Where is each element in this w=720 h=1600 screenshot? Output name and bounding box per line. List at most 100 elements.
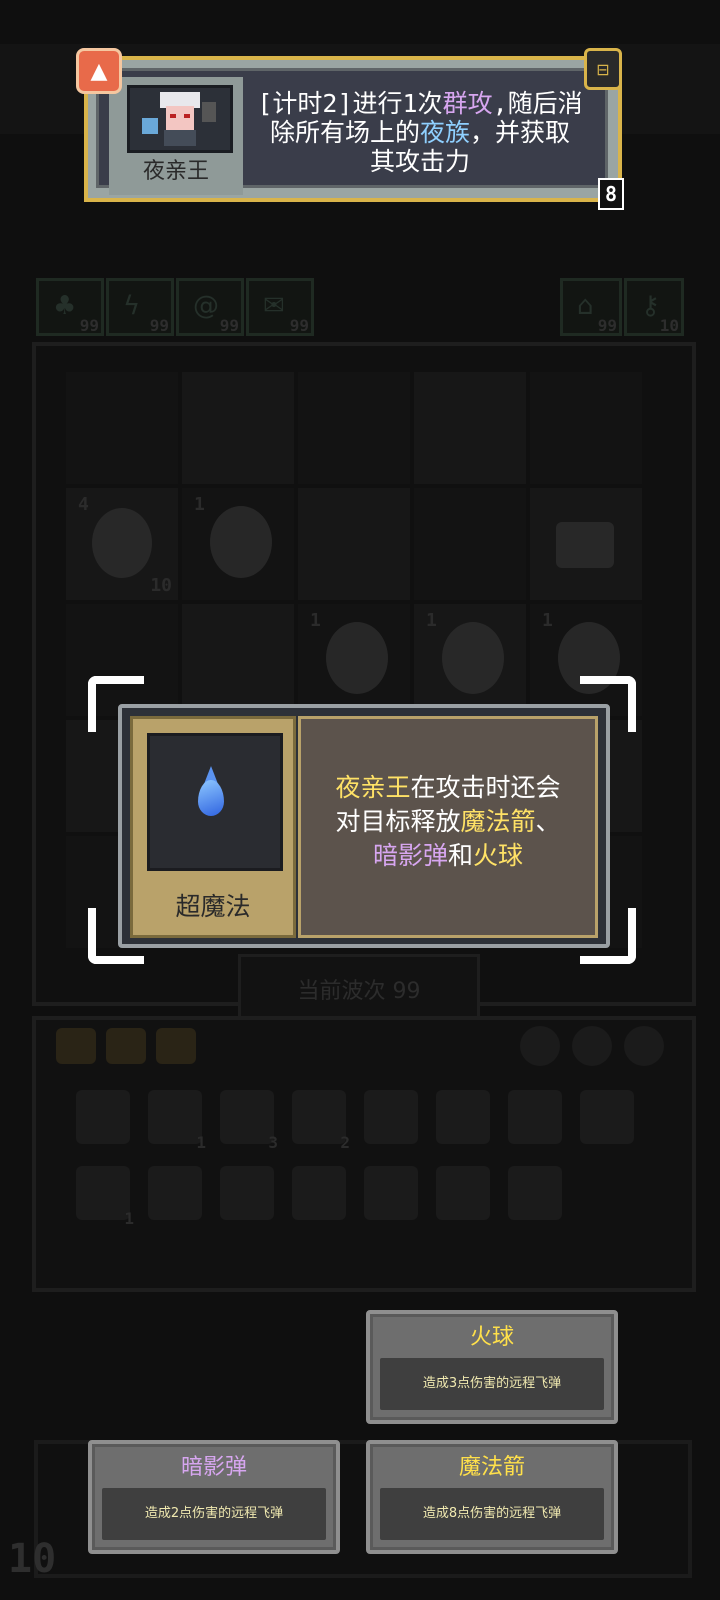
item-desc-line-1: 夜亲王在攻击时还会 [311,771,585,805]
inventory-item[interactable] [508,1090,562,1144]
inventory-item[interactable] [148,1166,202,1220]
board-cell[interactable] [298,372,410,484]
inventory-item[interactable] [76,1090,130,1144]
stat-value: 99 [149,316,169,335]
item-desc-keyword: 火球 [473,841,524,870]
unit-badge: 1 [542,610,553,631]
item-desc-line-2: 对目标释放魔法箭、 [311,805,585,839]
ability-keyword: 夜族 [419,118,470,147]
unit-badge: 10 [150,575,172,596]
inventory-item[interactable] [436,1090,490,1144]
item-desc-line-3: 暗影弹和火球 [311,839,585,873]
choice-magic-arrow-card[interactable]: 魔法箭 造成8点伤害的远程飞弹 [366,1440,618,1554]
item-desc-keyword: 魔法箭 [460,807,536,836]
bolt-icon: ϟ [123,291,141,321]
choice-shadow-bolt-card[interactable]: 暗影弹 造成2点伤害的远程飞弹 [88,1440,340,1554]
leaf-icon: ♣ [53,291,77,321]
item-icon-panel: 超魔法 [130,716,296,938]
stat-value: 99 [219,316,239,335]
stat-bolt: ϟ 99 [106,278,174,336]
inventory-item[interactable] [364,1090,418,1144]
ability-description: [计时2]进行1次群攻,随后消 除所有场上的夜族，并获取 其攻击力 [249,89,591,176]
board-cell[interactable] [182,604,294,716]
stat-value: 99 [289,316,309,335]
inventory-item[interactable] [292,1166,346,1220]
choice-title: 魔法箭 [458,1455,525,1480]
info-card-inner: 夜亲王 [计时2]进行1次群攻,随后消 除所有场上的夜族，并获取 其攻击力 [96,68,608,195]
water-drop-icon [198,780,224,816]
night-prince-unit [442,622,504,694]
key-icon: ⚷ [641,291,661,321]
level-number: 10 [8,1536,57,1582]
choice-body: 造成8点伤害的远程飞弹 [380,1488,604,1540]
unit-badge: 4 [78,494,89,515]
inventory-item[interactable]: 2 [292,1090,350,1152]
stat-value: 99 [597,316,617,335]
target-icon[interactable] [572,1026,612,1066]
item-desc-text: 在攻击时还会 [410,773,561,802]
wave-indicator: 当前波次 99 [238,954,480,1020]
gear-icon[interactable] [520,1026,560,1066]
ability-text: ，并获取 [470,118,571,147]
stat-swirl: @ 99 [176,278,244,336]
inventory-item[interactable] [508,1166,562,1220]
portrait-frame: 夜亲王 [109,77,243,195]
stat-mail: ✉ 99 [246,278,314,336]
mail-icon: ✉ [263,291,285,321]
item-desc-keyword: 暗影弹 [372,841,448,870]
item-desc-text: 对目标释放 [335,807,461,836]
house-icon: ⌂ [577,291,594,321]
board-cell[interactable] [414,488,526,600]
board-cell[interactable] [182,372,294,484]
board-cell[interactable]: 1 [414,604,526,716]
ability-text: 除所有场上的 [269,118,420,147]
choice-desc: 造成8点伤害的远程飞弹 [422,1506,562,1521]
ability-line-1: [计时2]进行1次群攻,随后消 [249,89,591,118]
character-info-card: 夜亲王 [计时2]进行1次群攻,随后消 除所有场上的夜族，并获取 其攻击力 [84,56,622,202]
inventory-item[interactable]: 3 [220,1090,278,1152]
item-desc-text: 、 [535,807,561,836]
night-prince-portrait [127,85,233,153]
choice-title: 火球 [469,1325,514,1350]
tab-icon[interactable] [56,1028,96,1064]
board-cell[interactable] [66,372,178,484]
board-cell[interactable]: 1 [298,604,410,716]
board-cell[interactable] [298,488,410,600]
board-cell[interactable]: 4 10 [66,488,178,600]
choice-title: 暗影弹 [180,1455,247,1480]
item-desc-text: 和 [447,841,473,870]
stat-key: ⚷ 10 [624,278,684,336]
ability-text: [计时2]进行1次 [257,89,443,118]
item-count: 3 [268,1133,278,1152]
tab-icon[interactable] [156,1028,196,1064]
inventory-item[interactable] [220,1166,274,1220]
inventory-item[interactable] [580,1090,634,1144]
item-name: 超魔法 [175,892,251,921]
item-popup: 超魔法 夜亲王在攻击时还会 对目标释放魔法箭、 暗影弹和火球 [118,704,610,948]
inventory-item[interactable]: 1 [148,1090,206,1152]
board-cell[interactable] [530,372,642,484]
choice-desc: 造成2点伤害的远程飞弹 [144,1506,284,1521]
choice-body: 造成2点伤害的远程飞弹 [102,1488,326,1540]
tab-icon[interactable] [106,1028,146,1064]
inventory-item[interactable]: 1 [76,1166,134,1228]
unit-badge: 1 [194,494,205,515]
ability-line-3: 其攻击力 [369,147,470,176]
inventory-item[interactable] [364,1166,418,1220]
board-cell[interactable] [530,488,642,600]
inventory-panel: 1 3 2 1 [32,1016,696,1292]
board-cell[interactable] [414,372,526,484]
wave-label: 当前波次 99 [297,979,421,1004]
stat-value: 99 [79,316,99,335]
character-name: 夜亲王 [142,159,209,184]
lock-icon[interactable]: ⊟ [584,48,622,90]
item-description: 夜亲王在攻击时还会 对目标释放魔法箭、 暗影弹和火球 [311,771,585,873]
page-indicator: 8 [598,178,624,210]
choice-fireball-card[interactable]: 火球 造成3点伤害的远程飞弹 [366,1310,618,1424]
inventory-item[interactable] [436,1166,490,1220]
shield-icon[interactable] [624,1026,664,1066]
item-count: 1 [124,1209,134,1228]
board-cell[interactable]: 1 [182,488,294,600]
choice-body: 造成3点伤害的远程飞弹 [380,1358,604,1410]
swirl-icon: @ [193,291,219,321]
